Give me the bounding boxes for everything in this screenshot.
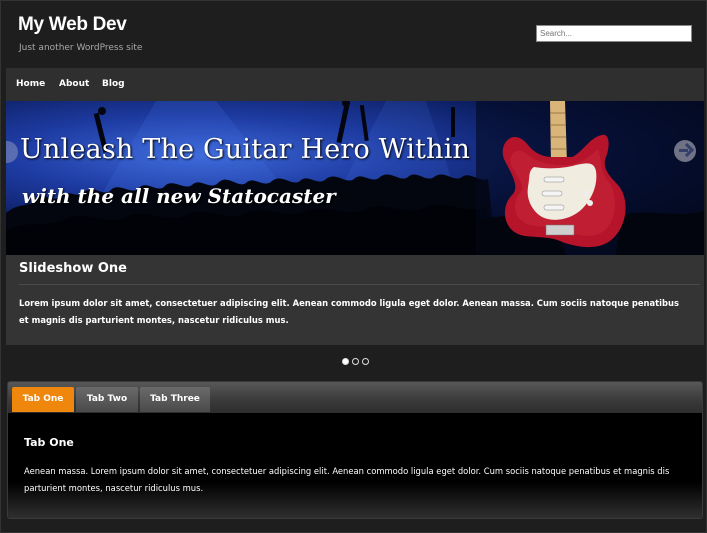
tab-panel-text: Aenean massa. Lorem ipsum dolor sit amet… <box>24 466 670 493</box>
site-tagline: Just another WordPress site <box>19 43 143 53</box>
nav-item-about[interactable]: About <box>59 79 89 89</box>
tab-one[interactable]: Tab One <box>12 387 74 412</box>
slide-dot-2[interactable] <box>352 358 359 365</box>
tab-panel-title: Tab One <box>24 436 74 449</box>
slide-dot-3[interactable] <box>362 358 369 365</box>
nav-item-blog[interactable]: Blog <box>102 79 125 89</box>
page: My Web Dev Just another WordPress site H… <box>0 0 707 533</box>
slide-description: Lorem ipsum dolor sit amet, consectetuer… <box>19 298 679 325</box>
tab-two[interactable]: Tab Two <box>76 387 138 412</box>
slide-headline: Unleash The Guitar Hero Within <box>20 134 471 165</box>
slide-divider <box>19 284 700 285</box>
slide-banner-image[interactable]: Unleash The Guitar Hero Within with the … <box>6 101 704 255</box>
site-title[interactable]: My Web Dev <box>18 14 127 36</box>
main-nav: Home About Blog <box>6 68 704 101</box>
nav-item-home[interactable]: Home <box>16 79 45 89</box>
slide-title: Slideshow One <box>19 261 127 276</box>
tab-bar: Tab One Tab Two Tab Three <box>8 382 702 413</box>
tabs-widget: Tab One Tab Two Tab Three Tab One Aenean… <box>7 381 703 519</box>
tab-three[interactable]: Tab Three <box>140 387 210 412</box>
concert-guitar-illustration <box>6 101 704 255</box>
slide-next-arrow-icon[interactable] <box>674 140 696 162</box>
slide-dot-1[interactable] <box>342 358 349 365</box>
slide-subline: with the all new Statocaster <box>22 184 336 208</box>
slideshow: Unleash The Guitar Hero Within with the … <box>6 101 704 345</box>
search-input[interactable] <box>536 25 692 42</box>
